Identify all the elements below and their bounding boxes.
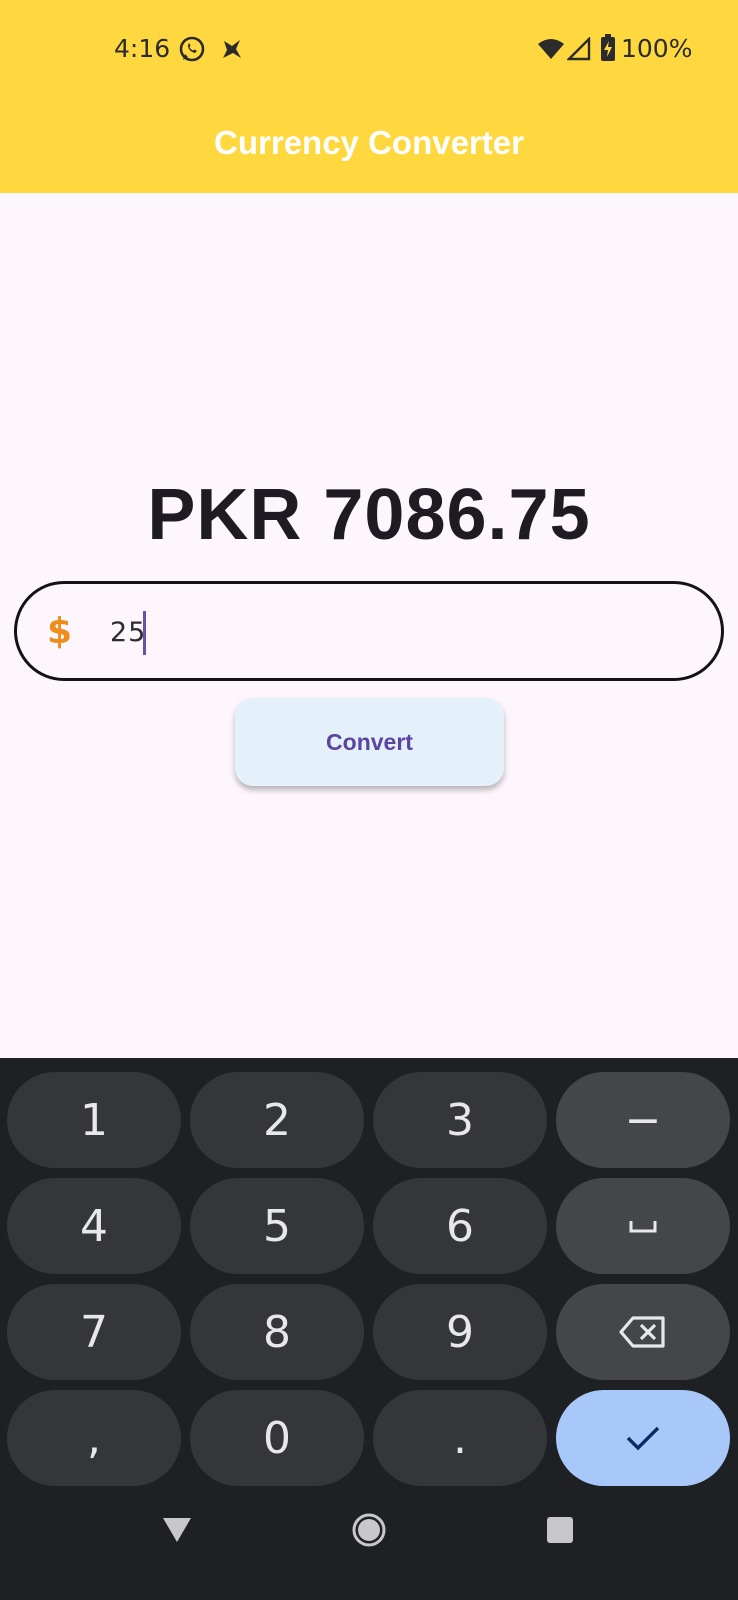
notification-icon	[223, 40, 241, 58]
battery-percentage: 100%	[621, 34, 693, 63]
convert-button[interactable]: Convert	[235, 698, 504, 786]
key-minus[interactable]: −	[556, 1072, 730, 1168]
back-icon[interactable]	[161, 1516, 193, 1544]
space-icon	[629, 1221, 657, 1233]
home-icon[interactable]	[351, 1512, 387, 1548]
key-1[interactable]: 1	[7, 1072, 181, 1168]
battery-charging-icon	[601, 34, 615, 61]
status-bar: 4:16 100%	[0, 0, 738, 96]
whatsapp-icon	[179, 36, 205, 62]
amount-input-value[interactable]: 25	[110, 617, 146, 648]
status-time: 4:16	[114, 34, 171, 63]
signal-icon	[567, 37, 591, 61]
key-6[interactable]: 6	[373, 1178, 547, 1274]
recents-icon[interactable]	[546, 1516, 574, 1544]
app-header: 4:16 100% Currency Converter	[0, 0, 738, 193]
key-7[interactable]: 7	[7, 1284, 181, 1380]
backspace-icon	[619, 1316, 665, 1348]
checkmark-icon	[626, 1426, 660, 1451]
conversion-result: PKR 7086.75	[147, 475, 591, 555]
key-2[interactable]: 2	[190, 1072, 364, 1168]
key-backspace[interactable]	[556, 1284, 730, 1380]
key-space[interactable]	[556, 1178, 730, 1274]
key-8[interactable]: 8	[190, 1284, 364, 1380]
key-enter[interactable]	[556, 1390, 730, 1486]
wifi-icon	[538, 39, 564, 59]
key-4[interactable]: 4	[7, 1178, 181, 1274]
navigation-bar	[0, 1490, 738, 1600]
text-cursor	[143, 611, 146, 655]
key-9[interactable]: 9	[373, 1284, 547, 1380]
amount-input[interactable]: $ 25	[14, 581, 724, 681]
key-5[interactable]: 5	[190, 1178, 364, 1274]
app-title: Currency Converter	[214, 124, 524, 161]
key-3[interactable]: 3	[373, 1072, 547, 1168]
key-comma[interactable]: ,	[7, 1390, 181, 1486]
key-period[interactable]: .	[373, 1390, 547, 1486]
dollar-icon: $	[47, 611, 73, 652]
key-0[interactable]: 0	[190, 1390, 364, 1486]
